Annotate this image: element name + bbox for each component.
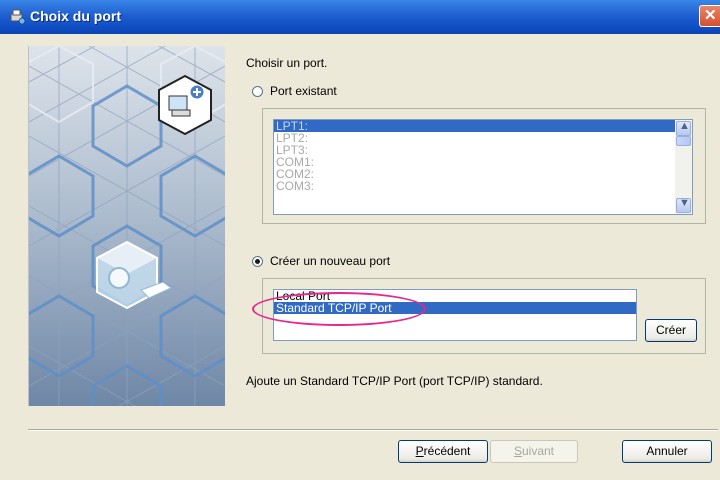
back-mnemonic: P: [415, 444, 424, 458]
footer-separator: [28, 429, 718, 431]
existing-port-label: Port existant: [270, 84, 337, 98]
list-item[interactable]: LPT3:: [274, 144, 692, 156]
list-item[interactable]: COM2:: [274, 168, 692, 180]
cancel-button[interactable]: Annuler: [622, 440, 712, 463]
back-button[interactable]: Précédent: [398, 440, 488, 463]
port-selection-dialog: Choix du port ✕ Choisir un port. Port ex…: [0, 0, 720, 480]
list-item[interactable]: LPT2:: [274, 132, 692, 144]
existing-port-scrollbar[interactable]: ▲ ▼: [675, 120, 692, 214]
choose-port-prompt: Choisir un port.: [246, 56, 328, 70]
existing-port-radio[interactable]: [252, 86, 263, 97]
wizard-side-graphic: [28, 46, 225, 406]
scroll-down-button[interactable]: ▼: [676, 197, 691, 213]
title-bar[interactable]: Choix du port ✕: [0, 0, 720, 34]
highlight-annotation: [252, 292, 426, 326]
new-port-label: Créer un nouveau port: [270, 254, 391, 268]
next-mnemonic: S: [513, 444, 522, 458]
list-item[interactable]: COM3:: [274, 180, 692, 192]
scroll-up-button[interactable]: ▲: [676, 120, 691, 136]
new-port-radio[interactable]: [252, 256, 263, 267]
next-button[interactable]: Suivant: [490, 440, 578, 463]
window-title: Choix du port: [30, 8, 121, 24]
hexagon-pattern-graphic: [29, 46, 225, 406]
close-button[interactable]: ✕: [699, 5, 720, 27]
back-label-rest: récédent: [423, 444, 471, 458]
list-item[interactable]: COM1:: [274, 156, 692, 168]
list-item[interactable]: LPT1:: [274, 120, 692, 132]
close-icon: ✕: [704, 7, 717, 24]
scroll-thumb[interactable]: [676, 136, 691, 146]
add-printer-icon: [158, 74, 212, 136]
printer-network-icon: [10, 9, 26, 25]
chevron-up-icon: ▲: [679, 120, 690, 132]
next-label-rest: uivant: [521, 444, 555, 458]
port-description: Ajoute un Standard TCP/IP Port (port TCP…: [246, 374, 543, 388]
chevron-down-icon: ▼: [679, 197, 690, 209]
create-port-button[interactable]: Créer: [645, 319, 697, 342]
existing-port-list[interactable]: LPT1: LPT2: LPT3: COM1: COM2: COM3: ▲ ▼: [273, 119, 693, 215]
